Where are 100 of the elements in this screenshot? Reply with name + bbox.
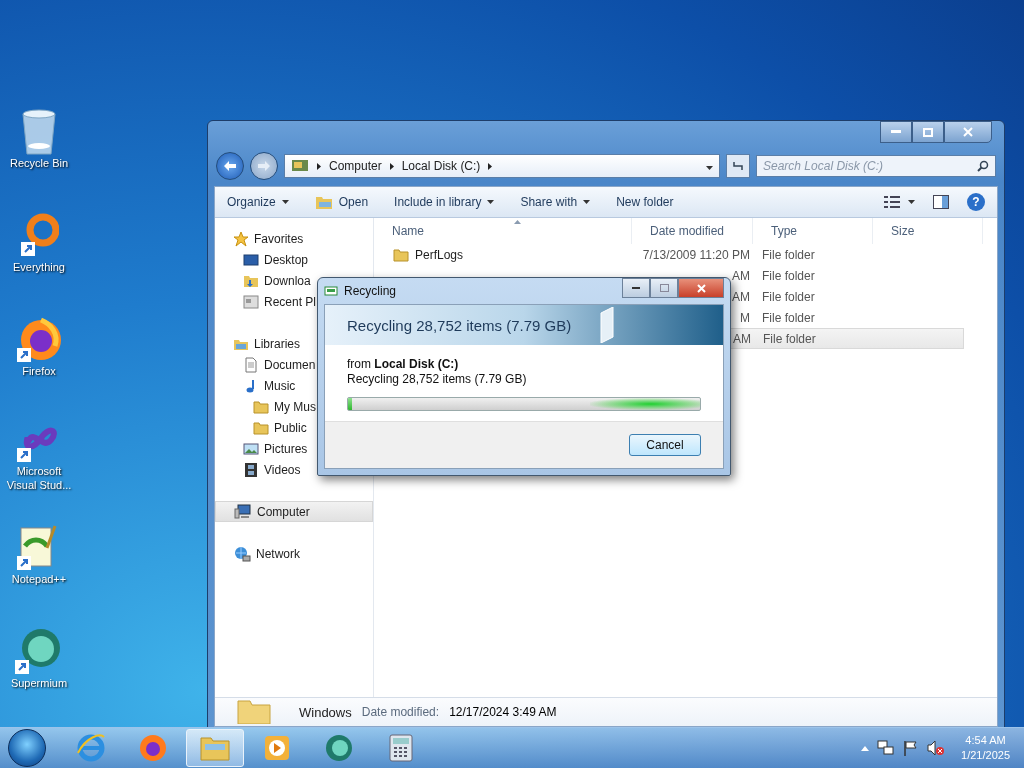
header-text: Recycling 28,752 items (7.79 GB) [347,316,572,334]
date-cell-text: AM [731,268,751,283]
type-cell-text: File folder [761,289,816,304]
close-icon [963,127,973,137]
date-label: Date modified: [361,705,440,719]
desktop-icon-label[interactable]: Recycle Bin [1,156,77,170]
speaker-muted-icon[interactable] [927,740,946,756]
column-header[interactable]: Size [873,218,983,244]
forward-button[interactable] [250,152,278,180]
dropdown-caret-icon [583,200,591,204]
column-header[interactable]: Type [753,218,873,244]
network-icon [233,545,251,562]
type-cell-text: File folder [761,268,816,283]
calculator-icon [389,734,413,762]
nav-item[interactable]: Public [215,417,373,438]
column-header[interactable]: Date modified [632,218,753,244]
folder-icon [237,700,271,724]
folder-icon [393,246,409,263]
chevron-right-icon [317,162,321,170]
toolbar-button[interactable]: Organize [227,195,289,209]
breadcrumb-item[interactable]: Local Disk (C:) [401,159,481,173]
close-button[interactable] [944,121,992,143]
type-cell-text: File folder [761,310,816,325]
nav-item[interactable]: Computer [215,501,373,522]
date-cell-text: AM [731,289,751,304]
minimize-button[interactable] [880,121,912,143]
view-list-icon [884,196,900,208]
source-text: from Local Disk (C:) [347,357,460,372]
date-value: 12/17/2024 3:49 AM [449,705,557,719]
start-button[interactable] [8,729,46,767]
desktop-icon-label[interactable]: Everything [1,260,77,274]
search-field[interactable]: Search Local Disk (C:) [756,155,996,177]
desktop-icon-label[interactable]: Microsoft Visual Stud... [1,464,77,492]
close-icon [696,283,706,293]
item-name: Windows [299,704,352,720]
dropdown-caret-icon [281,200,289,204]
file-row[interactable]: PerfLogs 7/13/2009 11:20 PM File folder [375,244,964,265]
type-cell-text: File folder [762,331,817,346]
film-icon [243,461,259,478]
toolbar-button[interactable]: Open [314,194,369,210]
star-icon [233,230,249,247]
orb-logo-icon [324,733,354,763]
desktop-icon-label[interactable]: Firefox [1,364,77,378]
arrow-left-icon [224,161,236,171]
monitor-icon [243,251,259,268]
breadcrumb-item[interactable]: Computer [329,159,382,173]
chevron-right-icon [488,162,493,170]
sort-caret-icon [514,220,521,224]
nav-item[interactable]: My Mus [215,396,373,417]
flag-icon[interactable] [903,740,920,756]
nav-item[interactable]: Network [215,543,373,564]
date-cell-text: M [739,310,751,325]
close-button[interactable] [678,278,724,298]
nav-item[interactable]: Libraries [215,333,373,354]
page-icon [599,307,615,343]
toolbar-button[interactable]: Share with [520,195,591,209]
dialog-title: Recycling [344,284,397,298]
maximize-icon [923,127,933,137]
play-button-icon [263,734,291,762]
toolbar-button[interactable]: New folder [616,195,674,209]
folder-icon [253,419,269,436]
progress-text: Recycling 28,752 items (7.79 GB) [347,372,528,387]
fox-globe-icon [15,316,63,364]
maximize-button[interactable] [912,121,944,143]
preview-pane-icon[interactable] [933,195,949,209]
trash-bin-icon [19,108,59,156]
help-button[interactable]: ? [967,193,985,211]
date-cell-text: AM [732,331,752,346]
caret-up-icon[interactable] [861,745,870,751]
minimize-icon [632,286,640,290]
network-icon[interactable] [877,740,896,756]
folder-icon [253,398,269,415]
document-icon [243,356,259,373]
search-icon [977,160,989,172]
nav-item[interactable]: Desktop [215,249,373,270]
cancel-button[interactable]: Cancel [629,434,701,456]
chevron-right-icon [389,162,394,170]
recycle-icon [324,285,338,297]
fox-globe-icon [138,733,168,763]
type-cell-text: File folder [761,247,816,262]
e-globe-icon [76,733,106,763]
address-bar[interactable]: Computer Local Disk (C:) [284,154,720,178]
dropdown-caret-icon [706,166,713,170]
toolbar-button[interactable]: Include in library [394,195,495,209]
nav-item[interactable]: Pictures [215,438,373,459]
open-folder-icon [314,194,333,210]
nav-item[interactable]: Favorites [215,228,373,249]
refresh-button[interactable] [726,154,750,178]
minimize-icon [891,130,901,134]
file-name: PerfLogs [415,247,464,262]
dropdown-caret-icon [908,200,915,204]
nav-item[interactable]: Videos [215,459,373,480]
refresh-arrows-icon [732,160,744,172]
picture-icon [243,440,259,457]
date-cell-text: 7/13/2009 11:20 PM [641,247,751,262]
maximize-icon [659,284,669,292]
minimize-button[interactable] [622,278,650,298]
back-button[interactable] [216,152,244,180]
recent-places-icon [243,293,259,310]
arrow-right-icon [258,161,270,171]
